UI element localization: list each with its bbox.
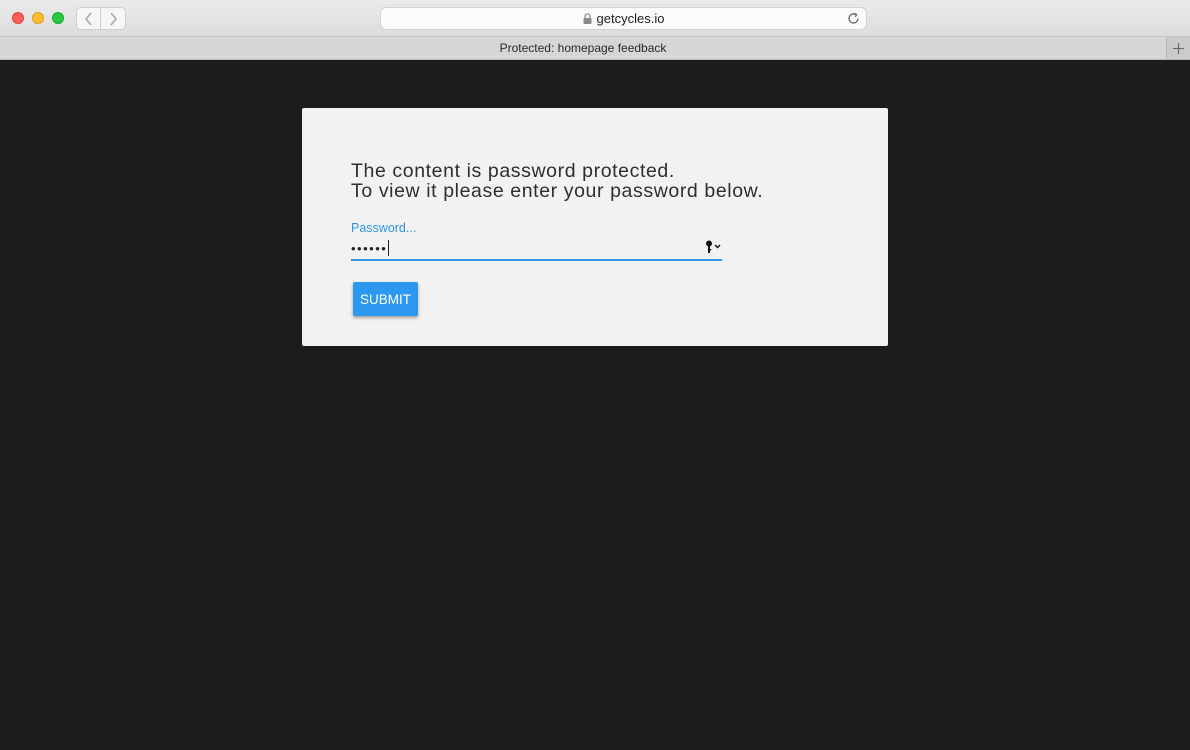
submit-button[interactable]: SUBMIT [353, 282, 418, 316]
key-icon[interactable] [704, 239, 722, 255]
text-caret [388, 240, 390, 256]
new-tab-button[interactable] [1166, 37, 1190, 59]
address-bar[interactable]: getcycles.io [380, 7, 867, 30]
back-button[interactable] [76, 7, 101, 30]
tab-active[interactable]: Protected: homepage feedback [0, 37, 1166, 59]
tab-title: Protected: homepage feedback [499, 41, 667, 55]
password-label: Password... [351, 221, 417, 235]
browser-window: getcycles.io Protected: homepage feedbac… [0, 0, 1190, 750]
protected-message-line1: The content is password protected. [351, 160, 675, 182]
password-field[interactable]: •••••• [351, 237, 722, 261]
close-window-button[interactable] [12, 12, 24, 24]
protected-message: The content is password protected. To vi… [351, 161, 851, 201]
browser-toolbar: getcycles.io [0, 0, 1190, 37]
chevron-left-icon [84, 11, 92, 26]
password-value: •••••• [351, 240, 388, 256]
lock-icon [583, 13, 592, 24]
reload-icon[interactable] [846, 11, 861, 26]
url-text: getcycles.io [596, 11, 665, 26]
chevron-right-icon [110, 11, 118, 26]
password-value-wrapper: •••••• [351, 239, 390, 257]
minimize-window-button[interactable] [32, 12, 44, 24]
plus-icon [1173, 42, 1184, 54]
tab-bar: Protected: homepage feedback [0, 37, 1190, 60]
password-card: The content is password protected. To vi… [302, 108, 888, 346]
page-viewport: The content is password protected. To vi… [0, 60, 1190, 750]
protected-message-line2: To view it please enter your password be… [351, 180, 764, 202]
forward-button[interactable] [101, 7, 126, 30]
maximize-window-button[interactable] [52, 12, 64, 24]
address-bar-content: getcycles.io [381, 8, 866, 29]
